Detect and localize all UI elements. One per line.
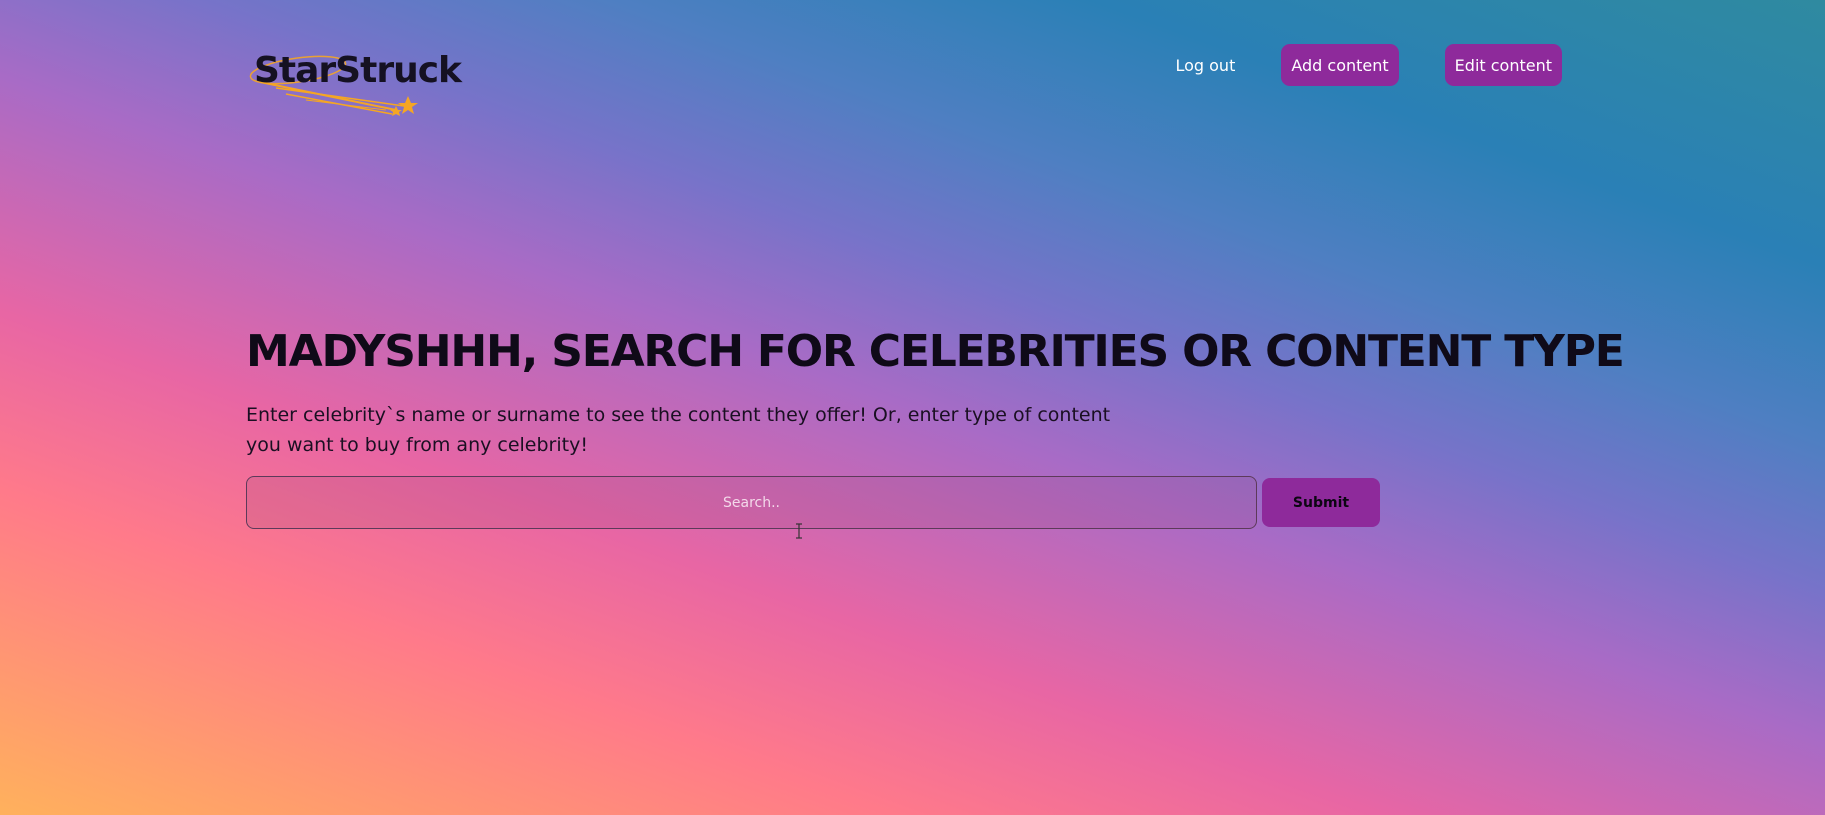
- text-cursor-icon: [796, 523, 802, 539]
- page-title: Madyshhh, search for celebrities or cont…: [246, 326, 1625, 377]
- logout-link[interactable]: Log out: [1175, 56, 1235, 75]
- page-description: Enter celebrity`s name or surname to see…: [246, 404, 1111, 456]
- site-header: StarStruck Log out Add content Edit cont…: [246, 44, 1562, 124]
- add-content-button[interactable]: Add content: [1281, 44, 1399, 86]
- submit-button[interactable]: Submit: [1262, 478, 1380, 527]
- logo-text: StarStruck: [254, 50, 462, 91]
- edit-content-button[interactable]: Edit content: [1444, 44, 1562, 86]
- search-input[interactable]: [246, 476, 1257, 529]
- main-nav: Log out Add content Edit content: [1175, 44, 1562, 86]
- logo[interactable]: StarStruck: [246, 44, 462, 120]
- page: StarStruck Log out Add content Edit cont…: [0, 0, 1825, 815]
- search-form: Submit: [246, 476, 1380, 529]
